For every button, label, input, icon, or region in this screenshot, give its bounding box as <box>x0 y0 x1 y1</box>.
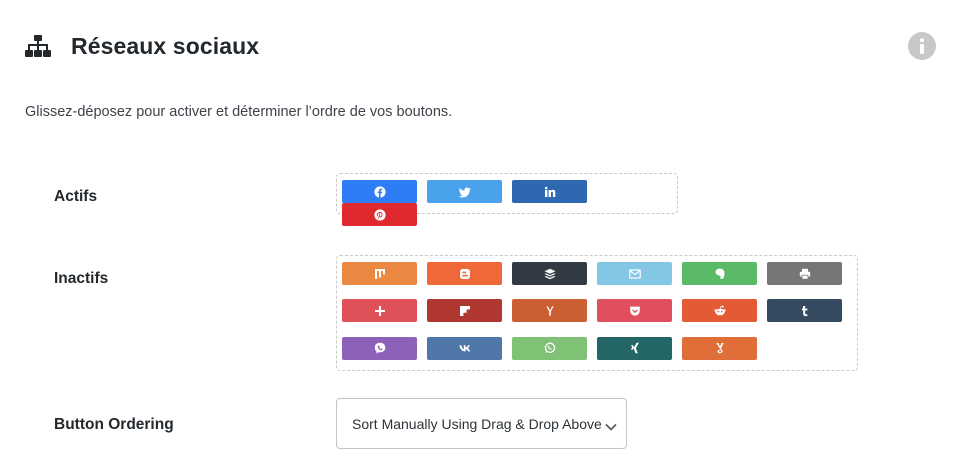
inactive-pocket-button[interactable] <box>597 299 672 323</box>
inactive-buffer-button[interactable] <box>512 262 587 285</box>
email-icon <box>628 268 641 280</box>
blogger-icon <box>459 268 471 280</box>
page-title: Réseaux sociaux <box>71 32 260 59</box>
whatsapp-icon <box>544 342 556 354</box>
plus-icon <box>374 305 386 317</box>
active-buttons-dropzone[interactable] <box>336 173 678 226</box>
pinterest-icon <box>373 208 386 221</box>
reddit-icon <box>713 305 726 317</box>
button-ordering-label: Button Ordering <box>54 416 174 433</box>
inactive-email-button[interactable] <box>597 262 672 285</box>
button-ordering-value: Sort Manually Using Drag & Drop Above <box>352 415 602 432</box>
chevron-down-icon <box>605 418 617 434</box>
evernote-icon <box>714 268 726 280</box>
inactive-viber-button[interactable] <box>342 336 417 360</box>
active-twitter-button[interactable] <box>427 180 502 203</box>
viber-icon <box>374 342 386 354</box>
inactive-yummly-button[interactable] <box>682 336 757 360</box>
inactive-google-plus-button[interactable] <box>342 299 417 323</box>
inactive-label: Inactifs <box>54 270 109 287</box>
twitter-icon <box>458 186 471 198</box>
buffer-icon <box>544 268 556 280</box>
instructions-text: Glissez-déposez pour activer et détermin… <box>25 104 453 120</box>
pocket-icon <box>629 305 641 317</box>
active-pinterest-button[interactable] <box>342 203 417 226</box>
yummly-icon <box>714 342 726 354</box>
inactive-vk-button[interactable] <box>427 336 502 360</box>
inactive-hacker-news-button[interactable] <box>512 299 587 323</box>
page-header: Réseaux sociaux <box>24 30 936 62</box>
xing-icon <box>629 342 641 354</box>
active-facebook-button[interactable] <box>342 180 417 203</box>
flipboard-icon <box>459 305 471 317</box>
inactive-tumblr-button[interactable] <box>767 299 842 323</box>
active-linkedin-button[interactable] <box>512 180 587 203</box>
inactive-blogger-button[interactable] <box>427 262 502 285</box>
inactive-buttons-dropzone[interactable] <box>336 255 858 371</box>
sitemap-icon <box>24 32 52 60</box>
vk-icon <box>458 342 471 354</box>
tumblr-icon <box>799 305 811 317</box>
mix-icon <box>374 268 386 280</box>
inactive-whatsapp-button[interactable] <box>512 336 587 360</box>
linkedin-icon <box>544 186 556 198</box>
inactive-print-button[interactable] <box>767 262 842 285</box>
inactive-evernote-button[interactable] <box>682 262 757 285</box>
facebook-icon <box>373 185 386 198</box>
inactive-flipboard-button[interactable] <box>427 299 502 323</box>
active-label: Actifs <box>54 188 98 205</box>
inactive-xing-button[interactable] <box>597 336 672 360</box>
y-combinator-icon <box>544 305 556 317</box>
inactive-reddit-button[interactable] <box>682 299 757 323</box>
info-icon[interactable] <box>908 32 936 60</box>
inactive-mix-button[interactable] <box>342 262 417 285</box>
button-ordering-select[interactable]: Sort Manually Using Drag & Drop Above <box>336 398 627 449</box>
print-icon <box>799 268 811 280</box>
